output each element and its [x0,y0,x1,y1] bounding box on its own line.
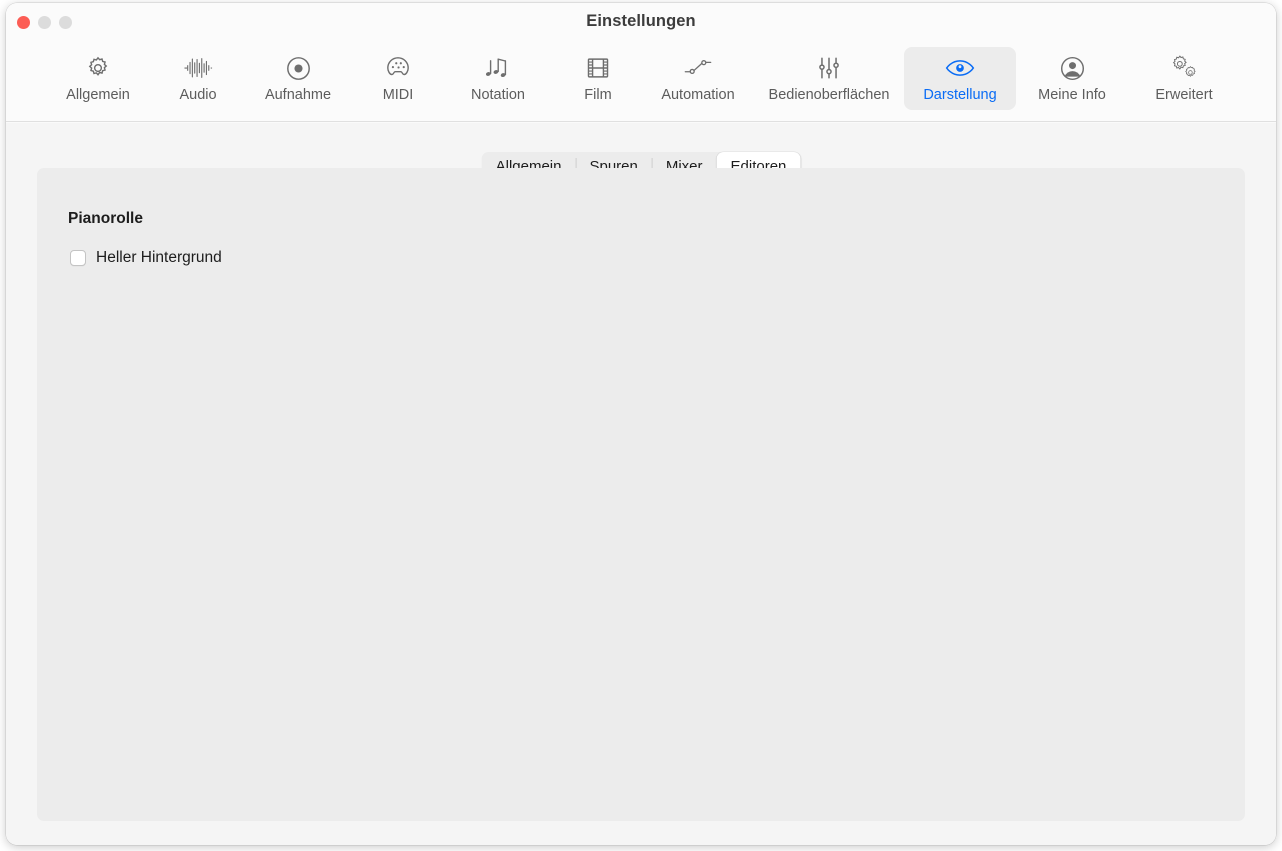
toolbar-item-allgemein[interactable]: Allgemein [42,47,154,110]
group-title-pianorolle: Pianorolle [68,210,143,227]
toolbar-item-label: Aufnahme [264,87,332,103]
toolbar-item-label: Notation [470,87,525,103]
toolbar-item-midi[interactable]: MIDI [354,47,442,110]
film-strip-icon [585,53,611,83]
toolbar-item-film[interactable]: Film [554,47,642,110]
toolbar-item-erweitert[interactable]: Erweitert [1128,47,1240,110]
settings-panel: Pianorolle Heller Hintergrund [37,168,1245,821]
sliders-icon [816,53,842,83]
preferences-window: Einstellungen Allgemein Audio Aufnahme M… [6,3,1276,845]
toolbar-item-label: Film [584,87,612,103]
toolbar-item-label: Meine Info [1038,87,1106,103]
toolbar-item-notation[interactable]: Notation [442,47,554,110]
window-title: Einstellungen [586,12,696,30]
toolbar-item-meine-info[interactable]: Meine Info [1016,47,1128,110]
toolbar-item-label: Erweitert [1155,87,1213,103]
toolbar-item-label: MIDI [382,87,414,103]
toolbar-item-label: Bedienoberflächen [768,87,890,103]
gear-icon [85,53,111,83]
toolbar-item-bedienoberflaechen[interactable]: Bedienoberflächen [754,47,904,110]
checkbox-row-heller-hintergrund[interactable]: Heller Hintergrund [70,249,222,267]
toolbar-item-automation[interactable]: Automation [642,47,754,110]
person-circle-icon [1059,53,1086,83]
preferences-toolbar: Allgemein Audio Aufnahme MIDI Notation F… [6,43,1276,122]
toolbar-item-label: Darstellung [923,87,997,103]
waveform-icon [183,53,213,83]
toolbar-item-audio[interactable]: Audio [154,47,242,110]
toolbar-item-label: Allgemein [66,87,130,103]
title-bar: Einstellungen [6,3,1276,43]
automation-node-icon [683,53,713,83]
preferences-body: Allgemein Spuren Mixer Editoren Pianorol… [6,123,1276,845]
midi-connector-icon [385,53,411,83]
toolbar-item-darstellung[interactable]: Darstellung [904,47,1016,110]
heller-hintergrund-label: Heller Hintergrund [96,249,222,266]
eye-icon [945,53,975,83]
toolbar-item-aufnahme[interactable]: Aufnahme [242,47,354,110]
toolbar-item-label: Audio [179,87,217,103]
heller-hintergrund-checkbox[interactable] [70,250,86,266]
toolbar-item-label: Automation [661,87,735,103]
music-notes-icon [484,53,512,83]
double-gear-icon [1169,53,1199,83]
record-circle-icon [285,53,312,83]
